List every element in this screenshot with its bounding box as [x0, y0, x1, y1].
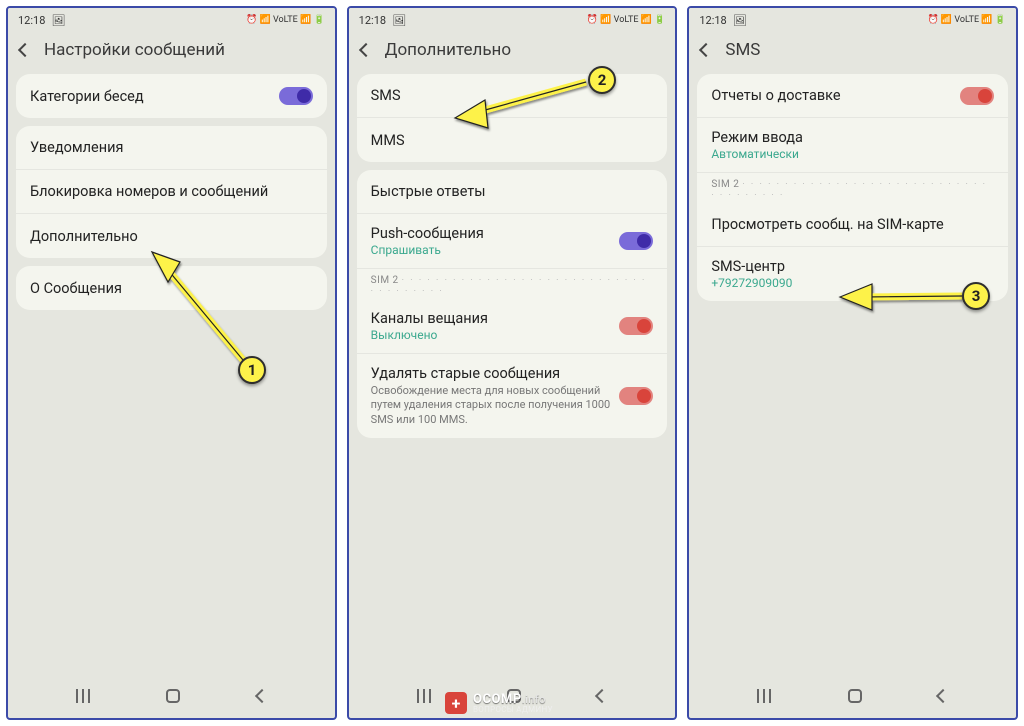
row-label: Каналы вещания: [371, 310, 612, 327]
row-label: Отчеты о доставке: [711, 87, 952, 104]
row-quick-replies[interactable]: Быстрые ответы: [357, 170, 668, 214]
row-label: Дополнительно: [30, 228, 305, 245]
sim-label: SIM 2: [711, 179, 739, 190]
watermark-icon: +: [445, 692, 467, 714]
row-input-mode[interactable]: Режим ввода Автоматически: [697, 118, 1008, 173]
phone-screen-3: 12:18 🖼 ⏰ 📶 VoLTE 📶 🔋 SMS Отчеты о достав…: [687, 6, 1018, 720]
row-subtext: Спрашивать: [371, 243, 612, 257]
row-push-messages[interactable]: Push-сообщения Спрашивать: [357, 214, 668, 269]
annotation-badge-3: 3: [962, 282, 990, 310]
row-additional[interactable]: Дополнительно: [16, 214, 327, 258]
settings-card: Уведомления Блокировка номеров и сообщен…: [16, 126, 327, 258]
nav-bar: [8, 676, 335, 718]
nav-bar: [689, 676, 1016, 718]
toggle-delivery-reports[interactable]: [960, 87, 994, 105]
status-bar: 12:18 🖼 ⏰ 📶 VoLTE 📶 🔋: [689, 8, 1016, 32]
toggle-broadcast-channels[interactable]: [619, 317, 653, 335]
row-label: О Сообщения: [30, 280, 305, 297]
sim-section-label: SIM 2 · · · · · · · · · · · · · · · · · …: [697, 173, 1008, 203]
status-icons: ⏰ 📶 VoLTE 📶 🔋: [587, 15, 666, 25]
row-subtext: Автоматически: [711, 147, 986, 161]
screen-header: SMS: [689, 32, 1016, 70]
back-icon[interactable]: [359, 43, 373, 57]
annotation-badge-1: 1: [238, 356, 266, 384]
row-sms[interactable]: SMS: [357, 74, 668, 118]
status-screenshot-icon: 🖼: [51, 14, 65, 27]
divider-dots: · · · · · · · · · · · · · · · · · · · · …: [711, 180, 987, 201]
settings-card: О Сообщения: [16, 266, 327, 310]
back-icon[interactable]: [18, 43, 32, 57]
nav-home-button[interactable]: [166, 689, 180, 703]
toggle-conversation-categories[interactable]: [279, 87, 313, 105]
sim-section-label: SIM 2 · · · · · · · · · · · · · · · · · …: [357, 269, 668, 299]
row-label: SMS-центр: [711, 258, 986, 275]
row-label: Режим ввода: [711, 129, 986, 146]
status-bar: 12:18 🖼 ⏰ 📶 VoLTE 📶 🔋: [8, 8, 335, 32]
page-title: Дополнительно: [385, 40, 511, 60]
page-title: Настройки сообщений: [44, 40, 225, 60]
watermark-suffix: .info: [522, 693, 546, 706]
screen-header: Настройки сообщений: [8, 32, 335, 70]
status-icons: ⏰ 📶 VoLTE 📶 🔋: [927, 15, 1006, 25]
back-icon[interactable]: [699, 43, 713, 57]
status-time: 12:18: [699, 14, 726, 27]
nav-back-button[interactable]: [254, 689, 268, 703]
row-delete-old-messages[interactable]: Удалять старые сообщения Освобождение ме…: [357, 354, 668, 438]
watermark-subtitle: ВОПРОСЫ АДМИНУ: [473, 706, 553, 714]
toggle-push-messages[interactable]: [619, 232, 653, 250]
row-label: Удалять старые сообщения: [371, 365, 612, 382]
settings-card: Отчеты о доставке Режим ввода Автоматиче…: [697, 74, 1008, 301]
status-time: 12:18: [359, 14, 386, 27]
row-label: Push-сообщения: [371, 225, 612, 242]
row-broadcast-channels[interactable]: Каналы вещания Выключено: [357, 299, 668, 354]
divider-dots: · · · · · · · · · · · · · · · · · · · · …: [371, 276, 647, 297]
row-description: Освобождение места для новых сообщений п…: [371, 384, 612, 427]
row-subtext: Выключено: [371, 328, 612, 342]
row-mms[interactable]: MMS: [357, 118, 668, 162]
row-conversation-categories[interactable]: Категории бесед: [16, 74, 327, 118]
row-notifications[interactable]: Уведомления: [16, 126, 327, 170]
row-about-messages[interactable]: О Сообщения: [16, 266, 327, 310]
row-label: Блокировка номеров и сообщений: [30, 183, 305, 200]
status-bar: 12:18 🖼 ⏰ 📶 VoLTE 📶 🔋: [349, 8, 676, 32]
nav-back-button[interactable]: [936, 689, 950, 703]
row-subtext: +79272909090: [711, 276, 986, 290]
sim-label: SIM 2: [371, 275, 399, 286]
screen-header: Дополнительно: [349, 32, 676, 70]
row-view-sim-messages[interactable]: Просмотреть сообщ. на SIM-карте: [697, 203, 1008, 247]
row-label: Категории бесед: [30, 88, 271, 105]
phone-screen-1: 12:18 🖼 ⏰ 📶 VoLTE 📶 🔋 Настройки сообщений…: [6, 6, 337, 720]
settings-card: Категории бесед: [16, 74, 327, 118]
phone-screen-2: 12:18 🖼 ⏰ 📶 VoLTE 📶 🔋 Дополнительно SMS M…: [347, 6, 678, 720]
toggle-delete-old[interactable]: [619, 387, 653, 405]
page-title: SMS: [725, 40, 760, 60]
status-screenshot-icon: 🖼: [392, 14, 406, 27]
watermark: + OCOMP.info ВОПРОСЫ АДМИНУ: [445, 692, 553, 714]
settings-card: SMS MMS: [357, 74, 668, 162]
settings-card: Быстрые ответы Push-сообщения Спрашивать…: [357, 170, 668, 438]
row-block-numbers[interactable]: Блокировка номеров и сообщений: [16, 170, 327, 214]
row-label: MMS: [371, 132, 646, 149]
row-label: Уведомления: [30, 139, 305, 156]
status-time: 12:18: [18, 14, 45, 27]
status-screenshot-icon: 🖼: [733, 14, 747, 27]
nav-back-button[interactable]: [595, 689, 609, 703]
nav-recent-button[interactable]: [417, 689, 431, 703]
nav-recent-button[interactable]: [76, 689, 90, 703]
status-icons: ⏰ 📶 VoLTE 📶 🔋: [246, 15, 325, 25]
row-label: Просмотреть сообщ. на SIM-карте: [711, 216, 986, 233]
row-delivery-reports[interactable]: Отчеты о доставке: [697, 74, 1008, 118]
annotation-badge-2: 2: [588, 66, 616, 94]
row-label: Быстрые ответы: [371, 183, 646, 200]
nav-recent-button[interactable]: [757, 689, 771, 703]
nav-home-button[interactable]: [848, 689, 862, 703]
